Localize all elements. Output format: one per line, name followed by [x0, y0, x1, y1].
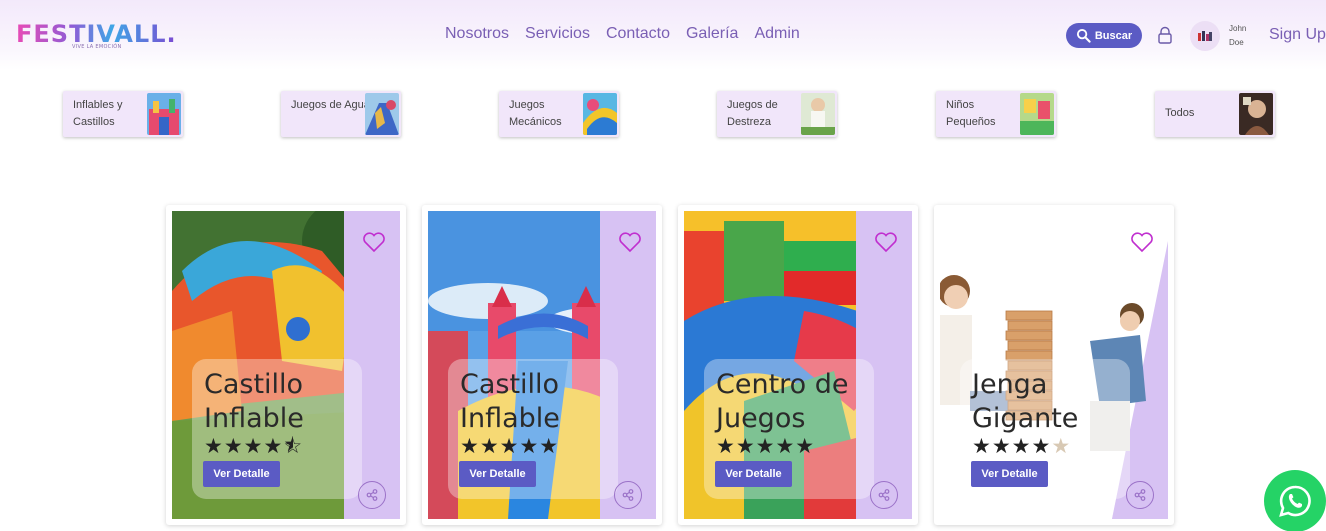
- avatar-image: [1198, 31, 1212, 41]
- share-icon: [1134, 489, 1146, 501]
- product-title: Castillo Inflable: [204, 369, 304, 434]
- product-title: Jenga Gigante: [972, 369, 1079, 434]
- nav-galeria[interactable]: Galería: [686, 25, 738, 43]
- whatsapp-button[interactable]: [1264, 470, 1326, 531]
- rating-stars: ★★★★☆★: [204, 434, 304, 458]
- product-card[interactable]: Centro de Juegos ★★★★★ Ver Detalle: [678, 205, 918, 525]
- heart-icon[interactable]: [874, 231, 898, 253]
- search-icon: [1076, 28, 1091, 43]
- category-image: [1239, 93, 1273, 135]
- header: FESTIVALL. VIVE LA EMOCIÓN Nosotros Serv…: [0, 0, 1326, 70]
- heart-icon[interactable]: [618, 231, 642, 253]
- product-card[interactable]: Castillo Inflable ★★★★☆★ Ver Detalle: [166, 205, 406, 525]
- category-label: Todos: [1165, 107, 1195, 119]
- user-first-name: John: [1229, 24, 1247, 33]
- product-card[interactable]: Castillo Inflable ★★★★★ Ver Detalle: [422, 205, 662, 525]
- nav-nosotros[interactable]: Nosotros: [445, 25, 509, 43]
- heart-icon[interactable]: [1130, 231, 1154, 253]
- user-name: John Doe: [1229, 22, 1259, 50]
- category-image: [147, 93, 181, 135]
- category-mecanicos[interactable]: Juegos Mecánicos: [499, 91, 619, 137]
- avatar[interactable]: [1190, 21, 1220, 51]
- category-label: Niños Pequeños: [946, 99, 996, 128]
- category-label: Juegos de Destreza: [727, 99, 778, 128]
- ver-detalle-button[interactable]: Ver Detalle: [971, 461, 1048, 487]
- nav-admin[interactable]: Admin: [754, 25, 799, 43]
- category-label: Inflables y Castillos: [73, 99, 123, 128]
- category-image: [583, 93, 617, 135]
- share-icon: [878, 489, 890, 501]
- ver-detalle-button[interactable]: Ver Detalle: [715, 461, 792, 487]
- heart-icon[interactable]: [362, 231, 386, 253]
- rating-stars: ★★★★★: [716, 434, 816, 458]
- rating-stars: ★★★★★: [460, 434, 560, 458]
- category-image: [365, 93, 399, 135]
- logo[interactable]: FESTIVALL. VIVE LA EMOCIÓN: [16, 20, 176, 54]
- product-card[interactable]: Jenga Gigante ★★★★★ Ver Detalle: [934, 205, 1174, 525]
- product-card-body: Centro de Juegos ★★★★★ Ver Detalle: [684, 211, 912, 519]
- share-button[interactable]: [870, 481, 898, 509]
- nav-servicios[interactable]: Servicios: [525, 25, 590, 43]
- nav-contacto[interactable]: Contacto: [606, 25, 670, 43]
- category-ninos[interactable]: Niños Pequeños: [936, 91, 1056, 137]
- logo-tagline: VIVE LA EMOCIÓN: [72, 44, 122, 50]
- share-button[interactable]: [358, 481, 386, 509]
- product-title: Centro de Juegos: [716, 369, 849, 434]
- category-label: Juegos Mecánicos: [509, 99, 562, 128]
- share-button[interactable]: [614, 481, 642, 509]
- share-icon: [366, 489, 378, 501]
- share-button[interactable]: [1126, 481, 1154, 509]
- whatsapp-icon: [1279, 485, 1311, 517]
- category-todos[interactable]: Todos: [1155, 91, 1275, 137]
- category-image: [1020, 93, 1054, 135]
- product-card-body: Castillo Inflable ★★★★★ Ver Detalle: [428, 211, 656, 519]
- product-title: Castillo Inflable: [460, 369, 560, 434]
- ver-detalle-button[interactable]: Ver Detalle: [459, 461, 536, 487]
- search-button[interactable]: Buscar: [1066, 23, 1142, 48]
- user-last-name: Doe: [1229, 38, 1244, 47]
- category-image: [801, 93, 835, 135]
- signup-link[interactable]: Sign Up: [1269, 26, 1326, 44]
- share-icon: [622, 489, 634, 501]
- ver-detalle-button[interactable]: Ver Detalle: [203, 461, 280, 487]
- product-card-body: Jenga Gigante ★★★★★ Ver Detalle: [940, 211, 1168, 519]
- category-inflables[interactable]: Inflables y Castillos: [63, 91, 183, 137]
- category-destreza[interactable]: Juegos de Destreza: [717, 91, 837, 137]
- main-nav: Nosotros Servicios Contacto Galería Admi…: [445, 25, 816, 43]
- category-agua[interactable]: Juegos de Agua: [281, 91, 401, 137]
- search-label: Buscar: [1094, 29, 1133, 42]
- rating-stars: ★★★★★: [972, 434, 1072, 458]
- lock-icon[interactable]: [1157, 26, 1173, 44]
- product-card-body: Castillo Inflable ★★★★☆★ Ver Detalle: [172, 211, 400, 519]
- category-label: Juegos de Agua: [291, 99, 370, 111]
